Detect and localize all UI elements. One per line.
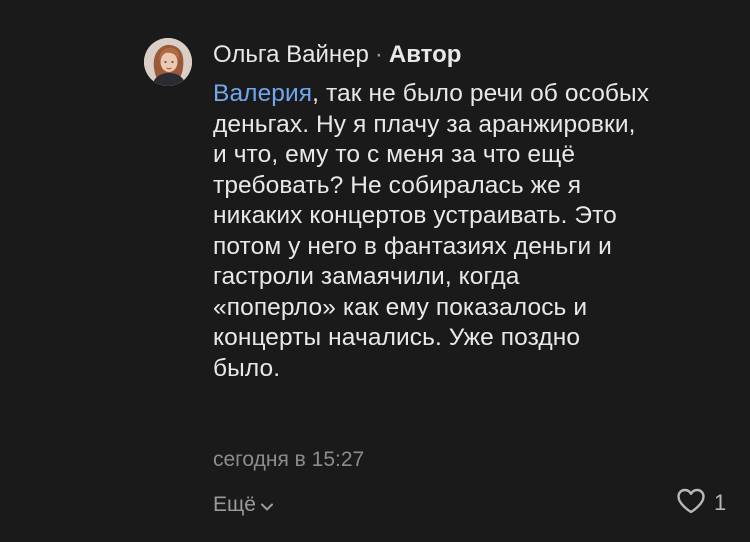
like-button[interactable]: 1 — [676, 488, 726, 518]
comment-line-text: , так не было речи об особых — [312, 80, 650, 107]
heart-outline-icon — [676, 488, 706, 519]
more-button[interactable]: Ещё — [213, 490, 274, 520]
avatar-image — [144, 38, 192, 86]
comment-header: Ольга Вайнер · Автор — [213, 40, 461, 70]
comment-line: Валерия, так не было речи об особых — [213, 79, 733, 110]
author-name[interactable]: Ольга Вайнер — [213, 41, 369, 68]
comment: Ольга Вайнер · Автор Валерия, так не было … — [0, 0, 750, 542]
comment-text: Валерия, так не было речи об особых день… — [213, 79, 733, 384]
comment-line: концерты начались. Уже поздно — [213, 324, 581, 351]
comment-line: «поперло» как ему показалось и — [213, 293, 588, 321]
avatar[interactable] — [144, 38, 192, 86]
chevron-down-icon — [260, 492, 274, 520]
author-role: Автор — [388, 41, 462, 68]
comment-line: гастроли замаячили, когда — [213, 263, 520, 290]
comment-line: требовать? Не собиралась же я — [213, 171, 582, 199]
more-label: Ещё — [213, 493, 256, 516]
mention-link[interactable]: Валерия — [213, 80, 312, 107]
separator: · — [374, 41, 383, 68]
comment-line: потом у него в фантазиях деньги и — [213, 232, 612, 260]
comment-line: деньгах. Ну я плачу за аранжировки, — [213, 110, 636, 138]
comment-timestamp[interactable]: сегодня в 15:27 — [213, 446, 364, 474]
comment-line: и что, ему то с меня за что ещё — [213, 141, 576, 168]
comment-line: было. — [213, 354, 281, 382]
like-count: 1 — [714, 490, 727, 515]
comment-line: никаких концертов устраивать. Это — [213, 202, 617, 229]
